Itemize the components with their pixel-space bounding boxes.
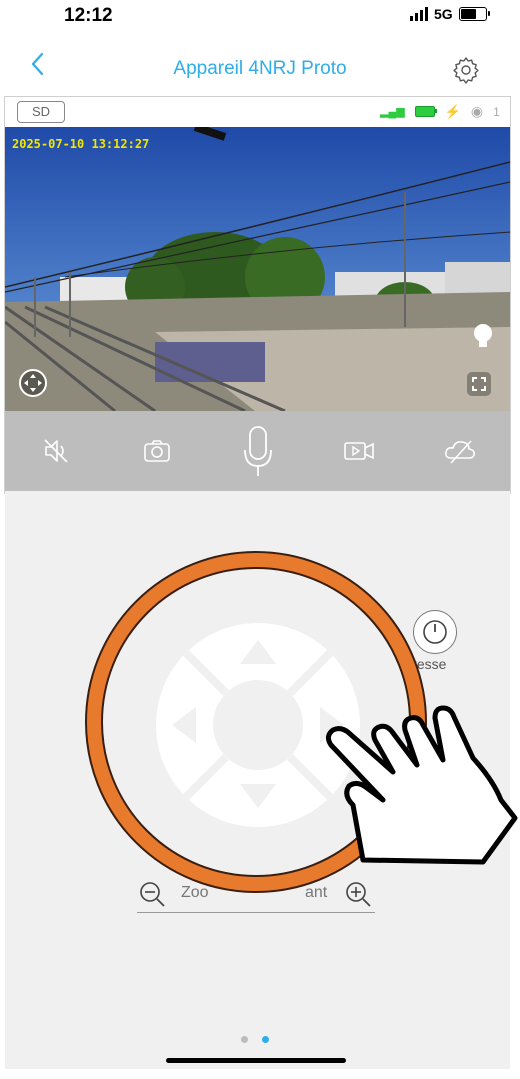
- light-button[interactable]: [470, 322, 496, 352]
- camera-battery-icon: [414, 106, 437, 117]
- lightbulb-icon: [474, 324, 492, 347]
- microphone-icon: [243, 426, 272, 476]
- speaker-mute-icon: [43, 439, 68, 463]
- page-dot-2-active[interactable]: [262, 1036, 269, 1043]
- camera-status: ▂▄▆ ⚡ ◉ 1: [380, 103, 500, 120]
- signal-icon: [410, 7, 428, 21]
- sd-toggle[interactable]: SD: [17, 101, 65, 123]
- mute-button[interactable]: [36, 431, 76, 471]
- hand-pointer-icon: [323, 700, 519, 865]
- fullscreen-icon: [467, 372, 491, 396]
- fullscreen-button[interactable]: [465, 370, 493, 398]
- charging-icon: ⚡: [444, 103, 461, 119]
- battery-icon: [458, 7, 490, 21]
- home-indicator: [166, 1058, 346, 1063]
- zoom-control: [137, 880, 375, 913]
- viewer-count: 1: [493, 104, 500, 119]
- cloud-button[interactable]: [440, 431, 480, 471]
- zoom-out-button[interactable]: [138, 880, 166, 908]
- video-record-icon: [343, 442, 374, 460]
- camera-icon: [143, 440, 170, 462]
- status-indicators: 5G: [410, 6, 490, 22]
- network-label: 5G: [434, 6, 453, 22]
- talk-button[interactable]: [238, 421, 278, 481]
- eye-icon: ◉: [470, 103, 484, 119]
- video-control-bar: [5, 411, 510, 491]
- record-button[interactable]: [339, 431, 379, 471]
- camera-signal-icon: ▂▄▆: [380, 106, 405, 118]
- cloud-off-icon: [444, 440, 475, 464]
- page-dot-1[interactable]: [241, 1036, 248, 1043]
- zoom-label-left: Zoo: [181, 884, 209, 901]
- video-timestamp: 2025-07-10 13:12:27: [12, 137, 150, 151]
- live-video[interactable]: [5, 127, 510, 411]
- zoom-out-icon: [140, 882, 165, 907]
- ptz-joystick-button[interactable]: [18, 368, 48, 398]
- settings-button[interactable]: [452, 56, 480, 84]
- zoom-label-right: ant: [305, 884, 328, 901]
- camera-feed-image: [5, 127, 510, 411]
- joystick-icon: [19, 369, 47, 397]
- page-title: Appareil 4NRJ Proto: [173, 58, 347, 79]
- zoom-in-icon: [346, 882, 371, 907]
- snapshot-button[interactable]: [137, 431, 177, 471]
- gear-icon: [453, 57, 479, 84]
- zoom-in-button[interactable]: [344, 880, 372, 908]
- status-time: 12:12: [64, 5, 113, 26]
